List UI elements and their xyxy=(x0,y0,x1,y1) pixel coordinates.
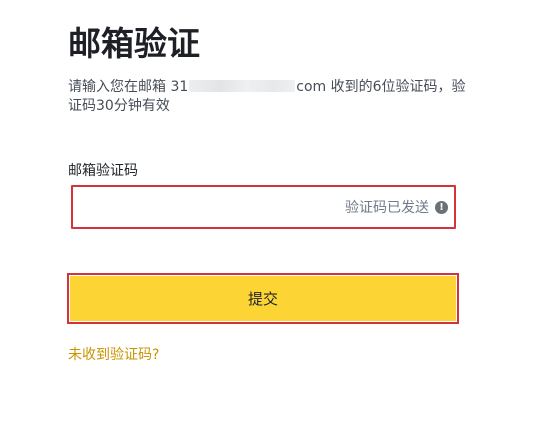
verification-code-input[interactable] xyxy=(81,187,321,227)
code-status: 验证码已发送 ! xyxy=(345,187,448,227)
instruction-prefix: 请输入您在邮箱 31 xyxy=(68,79,189,95)
code-input-box[interactable]: 验证码已发送 ! xyxy=(71,185,456,229)
instruction-text: 请输入您在邮箱 31 com 收到的6位验证码，验 证码30分钟有效 xyxy=(68,78,468,116)
warning-icon: ! xyxy=(435,200,448,214)
page-title: 邮箱验证 xyxy=(68,24,200,63)
masked-email xyxy=(189,80,296,92)
code-sent-status: 验证码已发送 xyxy=(345,200,429,216)
submit-button-frame: 提交 xyxy=(67,273,459,324)
code-field-label: 邮箱验证码 xyxy=(68,163,138,179)
resend-code-link[interactable]: 未收到验证码? xyxy=(68,346,159,364)
submit-button[interactable]: 提交 xyxy=(70,276,456,321)
instruction-suffix: com 收到的6位验证码，验 xyxy=(296,79,466,95)
instruction-validity: 证码30分钟有效 xyxy=(68,98,170,114)
